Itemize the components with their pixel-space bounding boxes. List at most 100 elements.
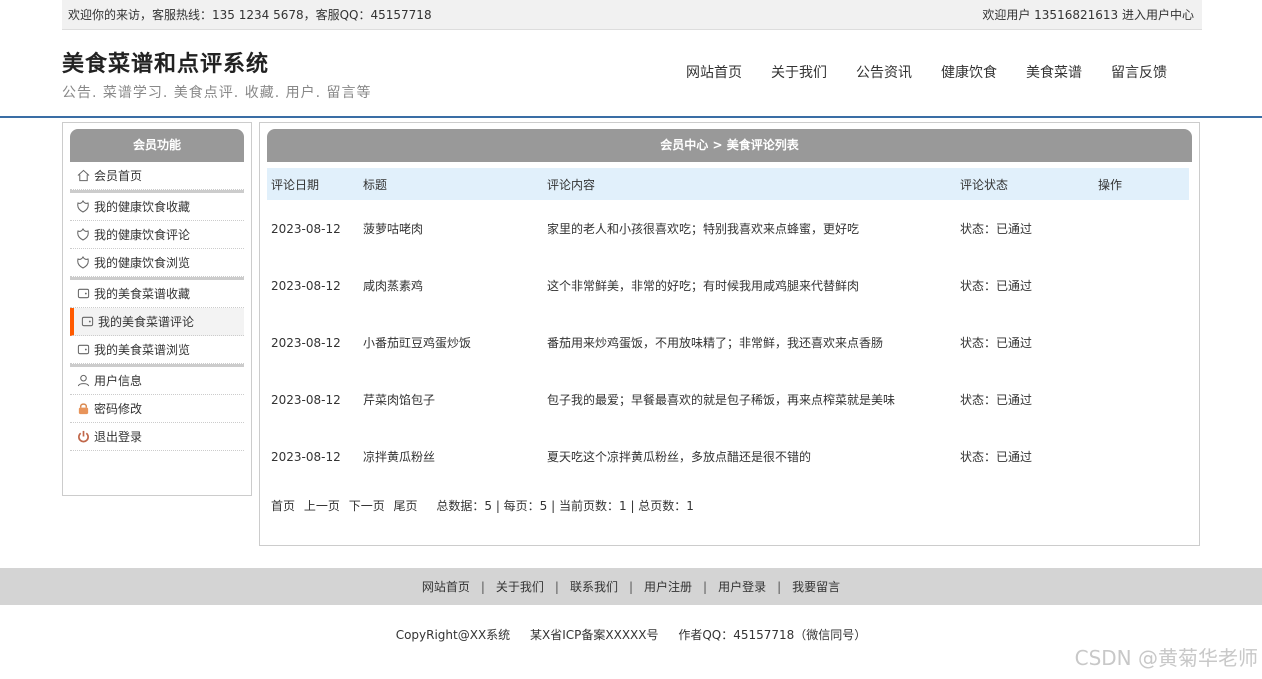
- sidebar-item-diet-comments[interactable]: 我的健康饮食评论: [70, 221, 244, 249]
- cell-status: 状态：已通过: [960, 279, 1033, 293]
- nav-feedback[interactable]: 留言反馈: [1111, 62, 1167, 82]
- copyright-text: CopyRight@XX系统: [395, 628, 511, 642]
- panel-header: 会员中心 > 美食评论列表: [267, 129, 1192, 162]
- lock-icon: [76, 402, 90, 416]
- footer-separator: |: [703, 579, 708, 594]
- brand: 美食菜谱和点评系统 公告. 菜谱学习. 美食点评. 收藏. 用户. 留言等: [62, 46, 372, 102]
- sidebar-item-diet-history[interactable]: 我的健康饮食浏览: [70, 249, 244, 277]
- sidebar-group-account: 用户信息 密码修改 退出登录: [70, 364, 244, 451]
- sidebar-item-label: 我的美食菜谱收藏: [94, 286, 191, 301]
- column-header-date: 评论日期: [271, 177, 320, 192]
- cell-content: 这个非常鲜美，非常的好吃；有时候我用咸鸡腿来代替鲜肉: [547, 279, 860, 293]
- user-area: 欢迎用户 13516821613 进入用户中心: [976, 6, 1194, 23]
- cell-title: 凉拌黄瓜粉丝: [363, 450, 436, 464]
- column-header-title: 标题: [363, 177, 388, 192]
- user-greeting: 欢迎用户 13516821613: [982, 8, 1119, 22]
- table-header-row: 评论日期 标题 评论内容 评论状态 操作: [267, 168, 1189, 200]
- user-icon: [76, 374, 90, 388]
- member-sidebar: 会员功能 会员首页 我的健康饮食收藏 我的健康饮食评论 我的健康饮食浏览 我的美…: [62, 122, 252, 496]
- cell-content: 包子我的最爱；早餐最喜欢的就是包子稀饭，再来点榨菜就是美味: [547, 393, 896, 407]
- sidebar-header: 会员功能: [70, 129, 244, 162]
- table-row: 2023-08-12 菠萝咕咾肉 家里的老人和小孩很喜欢吃；特别我喜欢来点蜂蜜，…: [267, 200, 1189, 257]
- main-nav: 网站首页 关于我们 公告资讯 健康饮食 美食菜谱 留言反馈: [657, 62, 1167, 82]
- comment-list-panel: 会员中心 > 美食评论列表 评论日期 标题 评论内容 评论状态 操作 2023-…: [259, 122, 1200, 546]
- cell-title: 芹菜肉馅包子: [363, 393, 436, 407]
- pager-next-link[interactable]: 下一页: [349, 499, 385, 513]
- sidebar-item-label: 我的美食菜谱评论: [98, 314, 195, 329]
- footer-link-login[interactable]: 用户登录: [718, 578, 766, 595]
- table-row: 2023-08-12 芹菜肉馅包子 包子我的最爱；早餐最喜欢的就是包子稀饭，再来…: [267, 371, 1189, 428]
- sidebar-group-recipes: 我的美食菜谱收藏 我的美食菜谱评论 我的美食菜谱浏览: [70, 277, 244, 364]
- column-header-content: 评论内容: [547, 177, 596, 192]
- cell-title: 菠萝咕咾肉: [363, 222, 424, 236]
- cell-date: 2023-08-12: [271, 335, 341, 350]
- sidebar-item-label: 退出登录: [94, 429, 143, 444]
- welcome-text: 欢迎你的来访，客服热线：135 1234 5678，客服QQ：45157718: [68, 8, 432, 22]
- column-header-status: 评论状态: [960, 177, 1009, 192]
- top-bar: 欢迎你的来访，客服热线：135 1234 5678，客服QQ：45157718 …: [62, 0, 1202, 30]
- sidebar-item-label: 我的健康饮食收藏: [94, 199, 191, 214]
- table-row: 2023-08-12 小番茄豇豆鸡蛋炒饭 番茄用来炒鸡蛋饭，不用放味精了；非常鲜…: [267, 314, 1189, 371]
- footer-link-contact[interactable]: 联系我们: [570, 578, 618, 595]
- cell-content: 番茄用来炒鸡蛋饭，不用放味精了；非常鲜，我还喜欢来点香肠: [547, 336, 884, 350]
- table-row: 2023-08-12 凉拌黄瓜粉丝 夏天吃这个凉拌黄瓜粉丝，多放点醋还是很不错的…: [267, 428, 1189, 485]
- sidebar-item-member-home[interactable]: 会员首页: [70, 162, 244, 190]
- sidebar-item-label: 我的健康饮食浏览: [94, 255, 191, 270]
- footer-link-home[interactable]: 网站首页: [422, 578, 470, 595]
- column-header-actions: 操作: [1098, 177, 1123, 192]
- nav-healthy-diet[interactable]: 健康饮食: [941, 62, 997, 82]
- flower-icon: [76, 255, 90, 270]
- watermark: CSDN @黄菊华老师: [1074, 646, 1258, 670]
- sidebar-item-diet-favorites[interactable]: 我的健康饮食收藏: [70, 193, 244, 221]
- cell-actions: [1094, 428, 1189, 485]
- cell-date: 2023-08-12: [271, 221, 341, 236]
- site-header: 美食菜谱和点评系统 公告. 菜谱学习. 美食点评. 收藏. 用户. 留言等 网站…: [0, 30, 1262, 118]
- footer-link-message[interactable]: 我要留言: [792, 578, 840, 595]
- user-center-link[interactable]: 进入用户中心: [1122, 8, 1194, 22]
- pager-first-link[interactable]: 首页: [271, 499, 295, 513]
- footer-separator: |: [480, 579, 485, 594]
- site-subtitle: 公告. 菜谱学习. 美食点评. 收藏. 用户. 留言等: [62, 85, 372, 101]
- nav-recipes[interactable]: 美食菜谱: [1026, 62, 1082, 82]
- sidebar-item-recipe-favorites[interactable]: 我的美食菜谱收藏: [70, 280, 244, 308]
- wallet-icon: [76, 287, 90, 301]
- footer-separator: |: [554, 579, 559, 594]
- cell-date: 2023-08-12: [271, 449, 341, 464]
- sidebar-item-logout[interactable]: 退出登录: [70, 423, 244, 451]
- sidebar-item-change-password[interactable]: 密码修改: [70, 395, 244, 423]
- sidebar-item-recipe-history[interactable]: 我的美食菜谱浏览: [70, 336, 244, 364]
- sidebar-group-healthy-diet: 我的健康饮食收藏 我的健康饮食评论 我的健康饮食浏览: [70, 190, 244, 277]
- comment-table: 评论日期 标题 评论内容 评论状态 操作 2023-08-12 菠萝咕咾肉 家里…: [267, 168, 1189, 485]
- sidebar-item-label: 密码修改: [94, 401, 143, 416]
- nav-home[interactable]: 网站首页: [686, 62, 742, 82]
- sidebar-item-user-info[interactable]: 用户信息: [70, 367, 244, 395]
- sidebar-item-recipe-comments[interactable]: 我的美食菜谱评论: [70, 308, 244, 336]
- footer-nav: 网站首页 | 关于我们 | 联系我们 | 用户注册 | 用户登录 | 我要留言: [0, 568, 1262, 605]
- pager-last-link[interactable]: 尾页: [394, 499, 418, 513]
- footer-separator: |: [777, 579, 782, 594]
- cell-status: 状态：已通过: [960, 222, 1033, 236]
- nav-about[interactable]: 关于我们: [771, 62, 827, 82]
- cell-title: 咸肉蒸素鸡: [363, 279, 424, 293]
- flower-icon: [76, 227, 90, 242]
- footer-link-register[interactable]: 用户注册: [644, 578, 692, 595]
- wallet-icon: [76, 343, 90, 357]
- pager-prev-link[interactable]: 上一页: [304, 499, 340, 513]
- sidebar-group-home: 会员首页: [70, 162, 244, 190]
- flower-icon: [76, 199, 90, 214]
- cell-actions: [1094, 257, 1189, 314]
- cell-status: 状态：已通过: [960, 336, 1033, 350]
- pager-info: 总数据：5 | 每页：5 | 当前页数：1 | 总页数：1: [436, 499, 694, 513]
- sidebar-item-label: 用户信息: [94, 373, 143, 388]
- copyright-bar: CopyRight@XX系统 某X省ICP备案XXXXX号 作者QQ：45157…: [0, 626, 1262, 643]
- pagination: 首页 上一页 下一页 尾页 总数据：5 | 每页：5 | 当前页数：1 | 总页…: [267, 497, 1192, 514]
- footer-separator: |: [628, 579, 634, 594]
- wallet-icon: [80, 315, 94, 329]
- power-icon: [76, 430, 90, 444]
- nav-news[interactable]: 公告资讯: [856, 62, 912, 82]
- sidebar-item-label: 我的美食菜谱浏览: [94, 342, 191, 357]
- footer-link-about[interactable]: 关于我们: [496, 578, 544, 595]
- cell-content: 夏天吃这个凉拌黄瓜粉丝，多放点醋还是很不错的: [547, 450, 812, 464]
- home-icon: [76, 169, 90, 183]
- icp-text: 某X省ICP备案XXXXX号: [530, 628, 659, 642]
